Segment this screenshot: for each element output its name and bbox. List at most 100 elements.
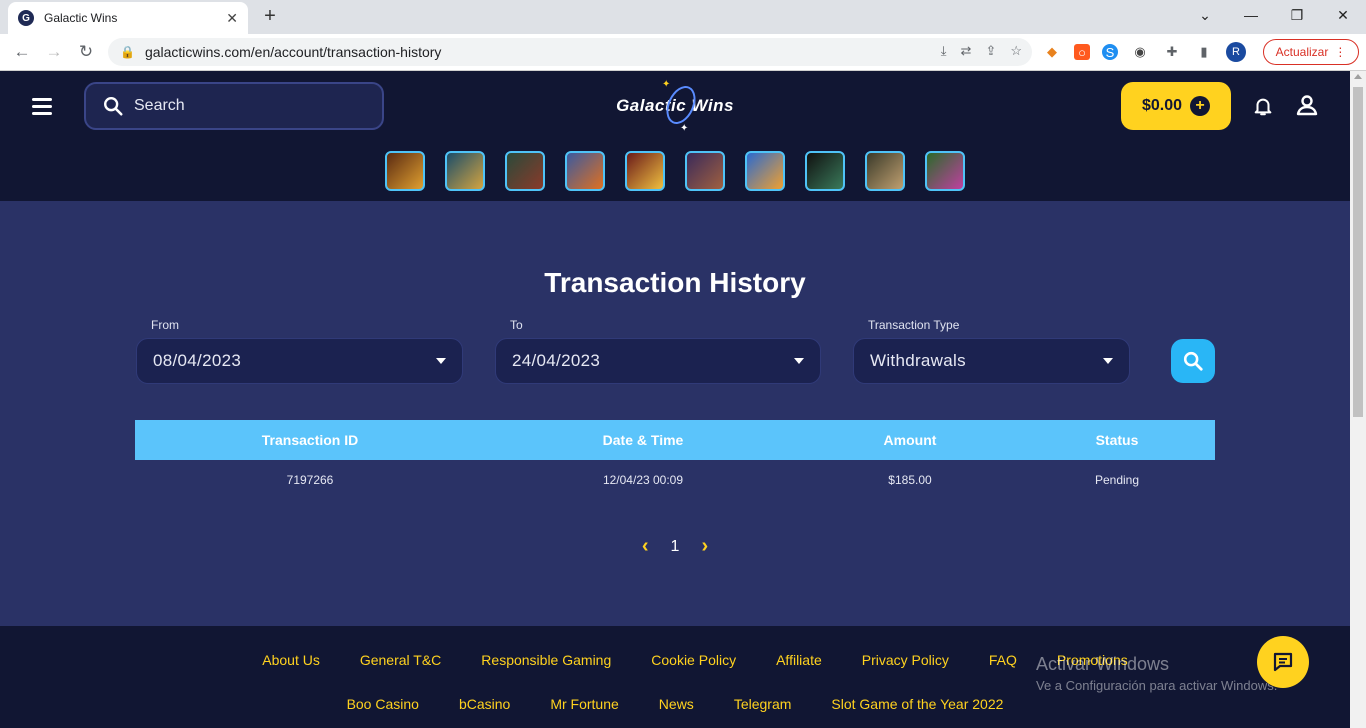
footer-link-cookie-policy[interactable]: Cookie Policy <box>651 652 736 668</box>
game-thumbnail[interactable] <box>505 151 545 191</box>
search-icon <box>104 97 123 116</box>
window-controls: ⌄ — ❐ ✕ <box>1182 0 1366 30</box>
cell-transaction-id: 7197266 <box>286 473 334 487</box>
metamask-icon[interactable]: ◆ <box>1042 42 1062 62</box>
back-arrow-icon[interactable]: ← <box>10 40 34 64</box>
translate-icon[interactable]: ⇄ <box>961 43 972 59</box>
install-icon[interactable]: ⤓ <box>941 43 947 59</box>
side-panel-icon[interactable]: ▮ <box>1194 42 1214 62</box>
search-placeholder: Search <box>134 97 185 114</box>
footer-link-bcasino[interactable]: bCasino <box>459 696 510 712</box>
footer-link-faq[interactable]: FAQ <box>989 652 1017 668</box>
tab-title: Galactic Wins <box>44 11 118 25</box>
footer-link-affiliate[interactable]: Affiliate <box>776 652 822 668</box>
new-tab-icon[interactable]: + <box>258 5 282 28</box>
windows-activation-watermark-title: Activar Windows <box>1036 654 1170 674</box>
live-chat-button[interactable] <box>1257 636 1309 688</box>
scrollbar-thumb[interactable] <box>1353 87 1363 417</box>
menu-hamburger-icon[interactable] <box>32 98 52 119</box>
balance-amount: $0.00 <box>1141 97 1183 114</box>
notification-bell-icon[interactable] <box>1252 94 1274 118</box>
game-thumbnail[interactable] <box>445 151 485 191</box>
close-window-icon[interactable]: ✕ <box>1320 0 1366 30</box>
footer-link-boo-casino[interactable]: Boo Casino <box>347 696 419 712</box>
chat-bubble-icon <box>1273 652 1293 672</box>
caret-down-icon <box>1103 358 1113 364</box>
brave-extension-icon[interactable]: ○ <box>1074 44 1090 60</box>
update-button[interactable]: Actualizar ⋮ <box>1263 39 1359 65</box>
transactions-table: Transaction ID Date & Time Amount Status… <box>135 420 1215 500</box>
footer-link-telegram[interactable]: Telegram <box>734 696 792 712</box>
caret-down-icon <box>436 358 446 364</box>
lock-icon[interactable]: 🔒 <box>120 45 135 59</box>
transaction-history-section: Transaction History From 08/04/2023 To 2… <box>0 201 1350 626</box>
site-footer: About Us General T&C Responsible Gaming … <box>0 626 1350 728</box>
bookmark-star-icon[interactable]: ☆ <box>1010 43 1022 59</box>
shazam-icon[interactable]: S <box>1102 44 1118 60</box>
footer-link-mr-fortune[interactable]: Mr Fortune <box>550 696 618 712</box>
game-thumbnail[interactable] <box>925 151 965 191</box>
to-date-select[interactable]: 24/04/2023 <box>495 338 821 384</box>
minimize-icon[interactable]: — <box>1228 0 1274 30</box>
to-label: To <box>510 318 523 332</box>
omnibox-actions: ⤓ ⇄ ⇪ ☆ <box>941 43 1022 59</box>
prev-page-chevron-icon[interactable]: ‹ <box>642 535 649 558</box>
table-header-row: Transaction ID Date & Time Amount Status <box>135 420 1215 460</box>
browser-tab[interactable]: G Galactic Wins ✕ <box>8 2 248 34</box>
caret-down-icon <box>794 358 804 364</box>
footer-link-about-us[interactable]: About Us <box>262 652 320 668</box>
close-tab-icon[interactable]: ✕ <box>226 10 238 27</box>
page-number[interactable]: 1 <box>671 538 680 556</box>
transaction-type-select[interactable]: Withdrawals <box>853 338 1130 384</box>
game-thumbnail[interactable] <box>625 151 665 191</box>
column-header-status: Status <box>1095 432 1139 448</box>
footer-link-responsible-gaming[interactable]: Responsible Gaming <box>481 652 611 668</box>
share-icon[interactable]: ⇪ <box>985 43 996 59</box>
cell-date-time: 12/04/23 00:09 <box>602 473 684 487</box>
user-account-icon[interactable] <box>1295 93 1319 117</box>
balance-deposit-button[interactable]: $0.00 + <box>1121 82 1231 130</box>
to-date-value: 24/04/2023 <box>512 351 601 370</box>
next-page-chevron-icon[interactable]: › <box>701 535 708 558</box>
footer-link-general-tc[interactable]: General T&C <box>360 652 441 668</box>
profile-avatar[interactable]: R <box>1226 42 1246 62</box>
game-thumbnail[interactable] <box>685 151 725 191</box>
transaction-type-value: Withdrawals <box>870 351 966 370</box>
game-thumbnail[interactable] <box>745 151 785 191</box>
puzzle-extensions-icon[interactable]: ✚ <box>1162 42 1182 62</box>
logo-star-icon: ✦ <box>680 123 689 134</box>
game-thumbnail[interactable] <box>865 151 905 191</box>
eye-extension-icon[interactable]: ◉ <box>1130 42 1150 62</box>
page-scrollbar[interactable] <box>1350 71 1366 728</box>
browser-tab-bar: G Galactic Wins ✕ + ⌄ — ❐ ✕ <box>0 0 1366 34</box>
forward-arrow-icon[interactable]: → <box>42 40 66 64</box>
footer-link-privacy-policy[interactable]: Privacy Policy <box>862 652 949 668</box>
filter-search-button[interactable] <box>1171 339 1215 383</box>
column-header-date-time: Date & Time <box>602 432 684 448</box>
site-favicon-icon: G <box>18 10 34 26</box>
site-header: Search ✦ ✦ Galactic Wins $0.00 + <box>0 71 1350 201</box>
footer-link-news[interactable]: News <box>659 696 694 712</box>
from-label: From <box>151 318 179 332</box>
game-thumbnail[interactable] <box>565 151 605 191</box>
footer-link-slot-game-of-year[interactable]: Slot Game of the Year 2022 <box>831 696 1003 712</box>
more-menu-icon[interactable]: ⋮ <box>1334 45 1346 59</box>
game-thumbnail[interactable] <box>385 151 425 191</box>
pagination: ‹ 1 › <box>0 535 1350 558</box>
reload-icon[interactable]: ↻ <box>74 40 98 64</box>
windows-activation-watermark-subtitle: Ve a Configuración para activar Windows. <box>1036 678 1278 693</box>
update-label: Actualizar <box>1275 45 1329 59</box>
scroll-up-arrow-icon[interactable] <box>1354 74 1362 79</box>
from-date-value: 08/04/2023 <box>153 351 242 370</box>
restore-icon[interactable]: ❐ <box>1274 0 1320 30</box>
game-thumbnail[interactable] <box>805 151 845 191</box>
search-icon <box>1183 351 1203 371</box>
galactic-wins-logo[interactable]: ✦ ✦ Galactic Wins <box>612 79 738 134</box>
search-input[interactable]: Search <box>84 82 384 130</box>
tab-search-chevron-icon[interactable]: ⌄ <box>1182 0 1228 30</box>
column-header-amount: Amount <box>883 432 937 448</box>
address-bar[interactable]: 🔒 galacticwins.com/en/account/transactio… <box>108 38 1032 66</box>
browser-toolbar: ← → ↻ 🔒 galacticwins.com/en/account/tran… <box>0 34 1366 71</box>
from-date-select[interactable]: 08/04/2023 <box>136 338 463 384</box>
table-row: 7197266 12/04/23 00:09 $185.00 Pending <box>135 460 1215 500</box>
